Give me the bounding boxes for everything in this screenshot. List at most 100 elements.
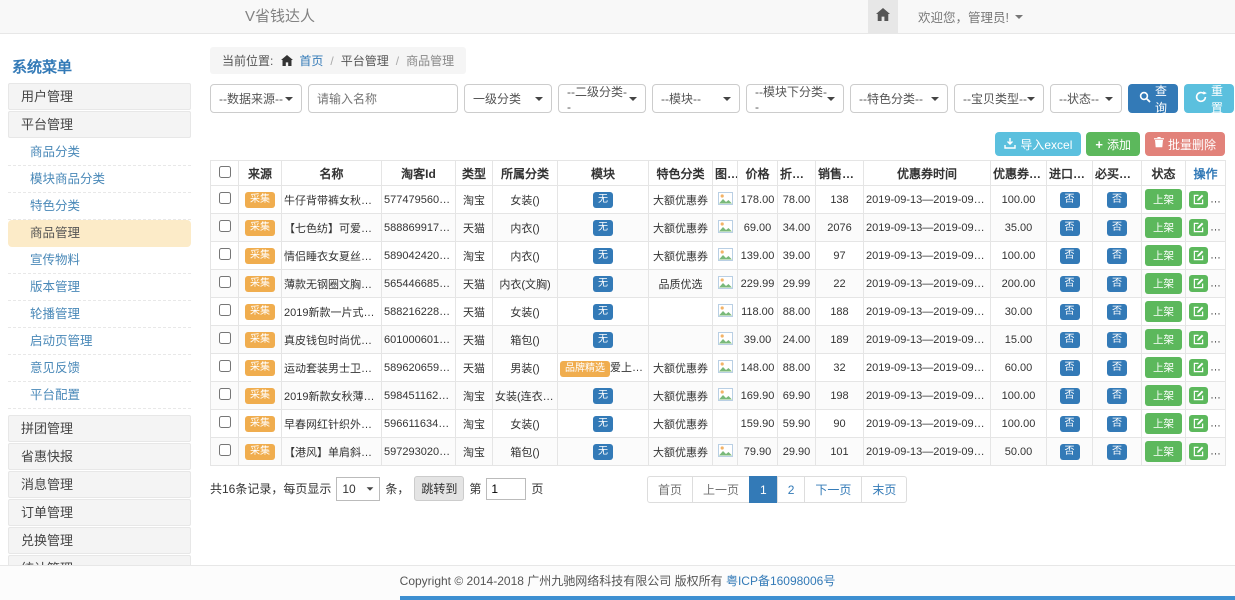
import-select-badge[interactable]: 否 — [1060, 332, 1080, 348]
row-checkbox[interactable] — [219, 332, 231, 344]
status-button[interactable]: 上架 — [1145, 413, 1182, 434]
edit-button[interactable] — [1189, 275, 1208, 292]
filter-select-feature-category[interactable]: --特色分类-- — [850, 84, 948, 113]
filter-select-item-type[interactable]: --宝贝类型-- — [954, 84, 1044, 113]
edit-button[interactable] — [1189, 219, 1208, 236]
row-checkbox[interactable] — [219, 276, 231, 288]
row-checkbox[interactable] — [219, 444, 231, 456]
pager-page-1[interactable]: 1 — [749, 476, 778, 503]
row-checkbox[interactable] — [219, 304, 231, 316]
import-select-badge[interactable]: 否 — [1060, 248, 1080, 264]
import-select-badge[interactable]: 否 — [1060, 388, 1080, 404]
must-buy-badge[interactable]: 否 — [1107, 248, 1127, 264]
must-buy-badge[interactable]: 否 — [1107, 388, 1127, 404]
sidebar-section-province-news[interactable]: 省惠快报 — [8, 443, 191, 470]
must-buy-badge[interactable]: 否 — [1107, 416, 1127, 432]
edit-button[interactable] — [1189, 331, 1208, 348]
sidebar-item-carousel-management[interactable]: 轮播管理 — [8, 301, 191, 328]
must-buy-badge[interactable]: 否 — [1107, 220, 1127, 236]
sidebar-section-message-management[interactable]: 消息管理 — [8, 471, 191, 498]
source-badge: 采集 — [245, 332, 275, 348]
must-buy-badge[interactable]: 否 — [1107, 276, 1127, 292]
import-select-badge[interactable]: 否 — [1060, 192, 1080, 208]
icp-link[interactable]: 粤ICP备16098006号 — [726, 574, 835, 588]
filter-select-level2-category[interactable]: --二级分类-- — [558, 84, 646, 113]
status-button[interactable]: 上架 — [1145, 441, 1182, 462]
import-select-badge[interactable]: 否 — [1060, 220, 1080, 236]
filter-select-level1-category[interactable]: 一级分类 — [464, 84, 552, 113]
filter-select-module[interactable]: --模块-- — [652, 84, 740, 113]
sidebar-item-feature-category[interactable]: 特色分类 — [8, 193, 191, 220]
import-select-badge[interactable]: 否 — [1060, 276, 1080, 292]
pager-next[interactable]: 下一页 — [804, 476, 862, 503]
table-row: 采集2019新款一片式系...588216228899天猫女装()无118.00… — [211, 298, 1226, 326]
row-checkbox[interactable] — [219, 360, 231, 372]
row-checkbox[interactable] — [219, 220, 231, 232]
status-button[interactable]: 上架 — [1145, 301, 1182, 322]
add-button[interactable]: + 添加 — [1086, 132, 1140, 156]
goods-name: 运动套装男士卫衣初秋... — [282, 354, 382, 382]
row-checkbox[interactable] — [219, 192, 231, 204]
sidebar-item-version-management[interactable]: 版本管理 — [8, 274, 191, 301]
must-buy-badge[interactable]: 否 — [1107, 332, 1127, 348]
filter-input-name-search[interactable] — [308, 84, 458, 113]
must-buy-badge[interactable]: 否 — [1107, 360, 1127, 376]
batch-delete-button[interactable]: 批量删除 — [1145, 132, 1225, 156]
edit-button[interactable] — [1189, 359, 1208, 376]
row-checkbox[interactable] — [219, 388, 231, 400]
status-button[interactable]: 上架 — [1145, 273, 1182, 294]
edit-button[interactable] — [1189, 191, 1208, 208]
sidebar-item-promo-material[interactable]: 宣传物料 — [8, 247, 191, 274]
import-select-badge[interactable]: 否 — [1060, 304, 1080, 320]
sidebar-section-platform-management[interactable]: 平台管理 — [8, 111, 191, 138]
sidebar-section-group-buy-management[interactable]: 拼团管理 — [8, 415, 191, 442]
per-page-select[interactable]: 10 — [336, 477, 380, 501]
sidebar-section-user-management[interactable]: 用户管理 — [8, 83, 191, 110]
import-select-badge[interactable]: 否 — [1060, 416, 1080, 432]
page-number-input[interactable] — [486, 478, 526, 500]
sidebar-item-goods-management[interactable]: 商品管理 — [8, 220, 191, 247]
must-buy-badge[interactable]: 否 — [1107, 192, 1127, 208]
sidebar-item-splash-management[interactable]: 启动页管理 — [8, 328, 191, 355]
sidebar-item-platform-config[interactable]: 平台配置 — [8, 382, 191, 409]
reset-button[interactable]: 重置 — [1184, 84, 1234, 113]
filter-select-module-sub-category[interactable]: --模块下分类-- — [746, 84, 844, 113]
row-checkbox[interactable] — [219, 416, 231, 428]
sidebar-item-module-goods-category[interactable]: 模块商品分类 — [8, 166, 191, 193]
status-button[interactable]: 上架 — [1145, 189, 1182, 210]
edit-button[interactable] — [1189, 415, 1208, 432]
coupon-amount-cell: 15.00 — [991, 326, 1047, 354]
status-button[interactable]: 上架 — [1145, 357, 1182, 378]
sidebar-item-feedback[interactable]: 意见反馈 — [8, 355, 191, 382]
sidebar-item-goods-category[interactable]: 商品分类 — [8, 139, 191, 166]
filter-select-status[interactable]: --状态-- — [1050, 84, 1122, 113]
discount-price-cell: 59.90 — [778, 410, 816, 438]
status-button[interactable]: 上架 — [1145, 385, 1182, 406]
status-button[interactable]: 上架 — [1145, 217, 1182, 238]
user-menu[interactable]: 欢迎您，管理员! — [898, 0, 1037, 33]
import-excel-button[interactable]: 导入excel — [995, 132, 1081, 156]
import-select-badge[interactable]: 否 — [1060, 444, 1080, 460]
edit-button[interactable] — [1189, 247, 1208, 264]
jump-button[interactable]: 跳转到 — [414, 476, 464, 501]
home-button[interactable] — [868, 0, 898, 33]
filter-select-data-source[interactable]: --数据来源-- — [210, 84, 302, 113]
import-select-badge[interactable]: 否 — [1060, 360, 1080, 376]
edit-button[interactable] — [1189, 387, 1208, 404]
pager-page-2[interactable]: 2 — [777, 476, 806, 503]
edit-button[interactable] — [1189, 303, 1208, 320]
must-buy-badge[interactable]: 否 — [1107, 304, 1127, 320]
select-all-checkbox[interactable] — [219, 166, 231, 178]
must-buy-badge[interactable]: 否 — [1107, 444, 1127, 460]
row-checkbox[interactable] — [219, 248, 231, 260]
sidebar-section-exchange-management[interactable]: 兑换管理 — [8, 527, 191, 554]
edit-button[interactable] — [1189, 443, 1208, 460]
status-button[interactable]: 上架 — [1145, 245, 1182, 266]
pager-prev[interactable]: 上一页 — [692, 476, 750, 503]
pager-last[interactable]: 末页 — [861, 476, 907, 503]
breadcrumb-home-link[interactable]: 首页 — [299, 52, 323, 69]
pager-first[interactable]: 首页 — [647, 476, 693, 503]
query-button[interactable]: 查询 — [1128, 84, 1178, 113]
sidebar-section-order-management[interactable]: 订单管理 — [8, 499, 191, 526]
status-button[interactable]: 上架 — [1145, 329, 1182, 350]
